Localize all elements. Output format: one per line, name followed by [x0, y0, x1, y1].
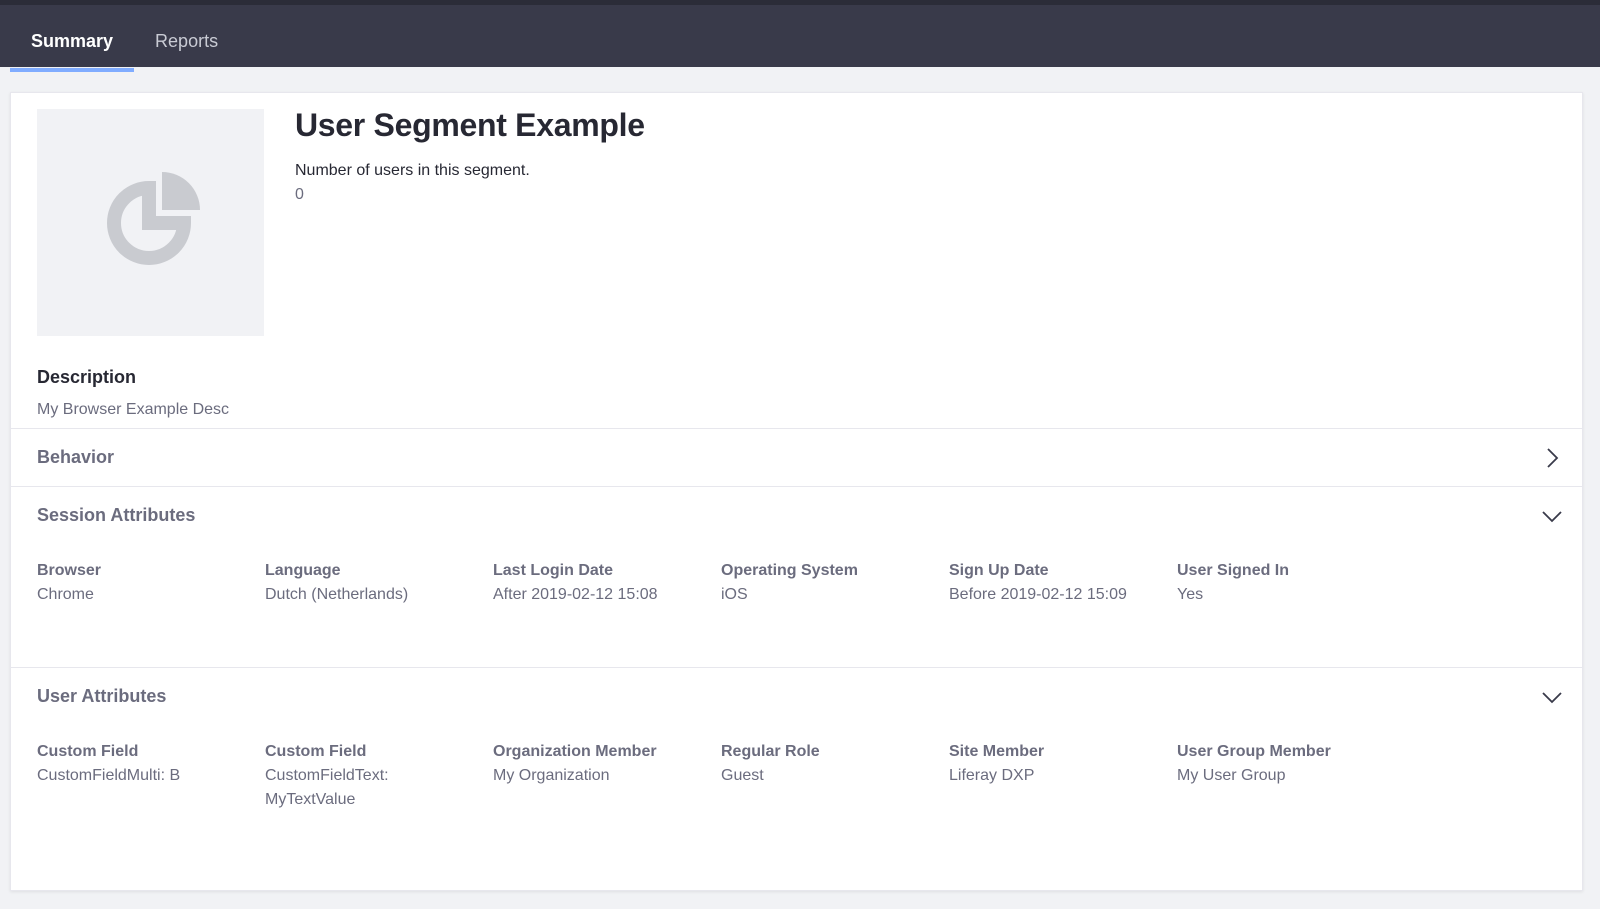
session-attribute-last-login-date: Last Login Date After 2019-02-12 15:08 — [493, 559, 713, 607]
attribute-label: User Signed In — [1177, 562, 1290, 579]
user-attribute-custom-field-multi: Custom Field CustomFieldMulti: B — [37, 740, 257, 788]
pie-chart-icon — [106, 171, 200, 265]
attribute-value: CustomFieldText: MyTextValue — [265, 767, 389, 808]
chevron-down-icon[interactable] — [1540, 504, 1564, 528]
tab-summary[interactable]: Summary — [10, 10, 135, 72]
description-text: My Browser Example Desc — [37, 401, 230, 418]
attribute-value: Before 2019-02-12 15:09 — [949, 586, 1127, 603]
attribute-value: CustomFieldMulti: B — [37, 767, 181, 784]
user-attribute-site-member: Site Member Liferay DXP — [949, 740, 1169, 788]
attribute-value: Chrome — [37, 586, 94, 603]
attribute-label: Organization Member — [493, 743, 657, 760]
user-attribute-regular-role: Regular Role Guest — [721, 740, 941, 788]
session-attributes-panel-header[interactable]: Session Attributes — [11, 487, 1582, 545]
users-count-value: 0 — [295, 186, 304, 203]
attribute-label: Site Member — [949, 743, 1045, 760]
attribute-value: Dutch (Netherlands) — [265, 586, 409, 603]
attribute-value: iOS — [721, 586, 748, 603]
page-title: User Segment Example — [295, 107, 645, 143]
attribute-value: Liferay DXP — [949, 767, 1035, 784]
segment-image — [37, 109, 264, 336]
user-attribute-custom-field-text: Custom Field CustomFieldText: MyTextValu… — [265, 740, 445, 812]
description-heading: Description — [37, 367, 137, 387]
top-navigation-bar: Summary Reports — [0, 0, 1600, 72]
session-attribute-sign-up-date: Sign Up Date Before 2019-02-12 15:09 — [949, 559, 1169, 607]
session-attribute-browser: Browser Chrome — [37, 559, 257, 607]
attribute-label: User Group Member — [1177, 743, 1331, 760]
tab-list: Summary Reports — [10, 10, 239, 72]
attribute-label: Operating System — [721, 562, 858, 579]
attribute-value: After 2019-02-12 15:08 — [493, 586, 658, 603]
user-attribute-user-group-member: User Group Member My User Group — [1177, 740, 1397, 788]
attribute-label: Custom Field — [265, 743, 367, 760]
session-attribute-language: Language Dutch (Netherlands) — [265, 559, 485, 607]
attribute-value: Yes — [1177, 586, 1204, 603]
session-attribute-operating-system: Operating System iOS — [721, 559, 941, 607]
session-attribute-user-signed-in: User Signed In Yes — [1177, 559, 1397, 607]
attribute-value: My User Group — [1177, 767, 1286, 784]
session-attributes-title: Session Attributes — [37, 505, 196, 525]
user-attributes-title: User Attributes — [37, 686, 167, 706]
attribute-label: Regular Role — [721, 743, 820, 760]
attribute-label: Last Login Date — [493, 562, 614, 579]
segment-summary-card: User Segment Example Number of users in … — [10, 92, 1583, 891]
attribute-label: Custom Field — [37, 743, 139, 760]
attribute-value: Guest — [721, 767, 764, 784]
attribute-label: Sign Up Date — [949, 562, 1049, 579]
tab-reports[interactable]: Reports — [134, 10, 239, 72]
attribute-value: My Organization — [493, 767, 610, 784]
attribute-label: Browser — [37, 562, 102, 579]
user-attribute-organization-member: Organization Member My Organization — [493, 740, 713, 788]
user-attributes-panel-header[interactable]: User Attributes — [11, 668, 1582, 726]
behavior-panel-title: Behavior — [37, 447, 115, 467]
chevron-down-icon[interactable] — [1540, 685, 1564, 709]
users-count-label: Number of users in this segment. — [295, 162, 530, 179]
behavior-panel-header[interactable]: Behavior — [11, 429, 1582, 487]
attribute-label: Language — [265, 562, 341, 579]
chevron-right-icon[interactable] — [1540, 446, 1564, 470]
